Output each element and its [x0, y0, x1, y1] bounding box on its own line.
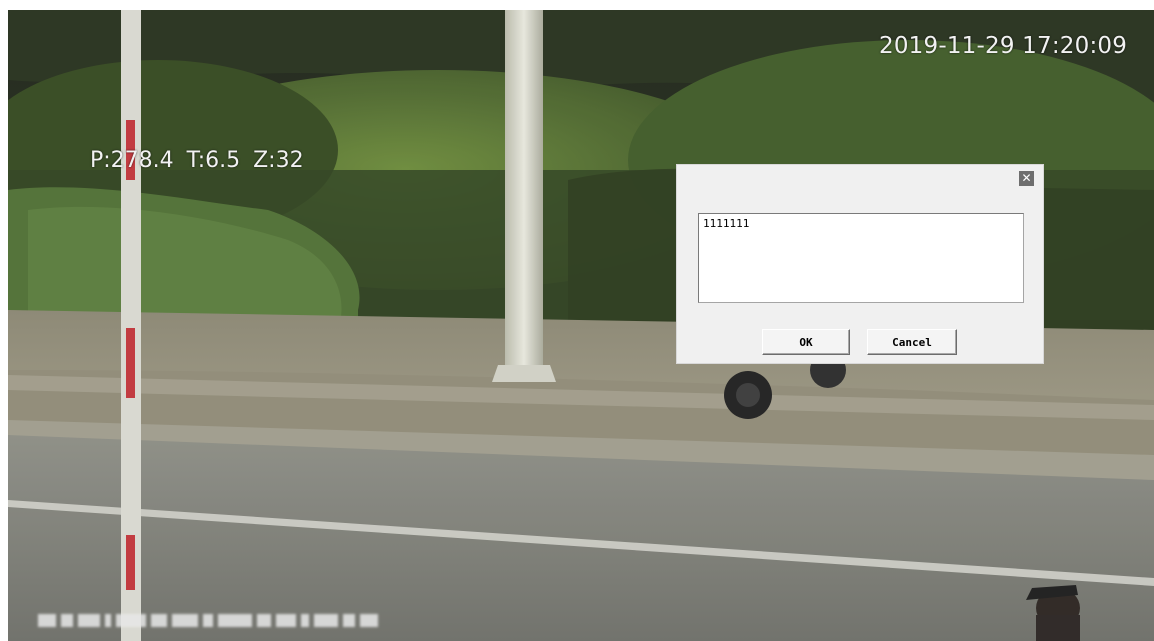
osd-tilt-value: T:6.5: [186, 148, 241, 173]
osd-ptz-position: P:278.4 T:6.5 Z:32: [90, 148, 304, 173]
osd-zoom-value: Z:32: [253, 148, 304, 173]
text-input-dialog: ✕ 1111111 OK Cancel: [677, 165, 1043, 363]
ok-button[interactable]: OK: [762, 329, 850, 355]
osd-channel-title-blurred: [38, 609, 458, 631]
dialog-text-input[interactable]: 1111111: [698, 213, 1024, 303]
osd-pan-value: P:278.4: [90, 148, 174, 173]
cancel-button[interactable]: Cancel: [867, 329, 957, 355]
close-icon[interactable]: ✕: [1019, 171, 1034, 186]
osd-timestamp: 2019-11-29 17:20:09: [879, 33, 1128, 59]
